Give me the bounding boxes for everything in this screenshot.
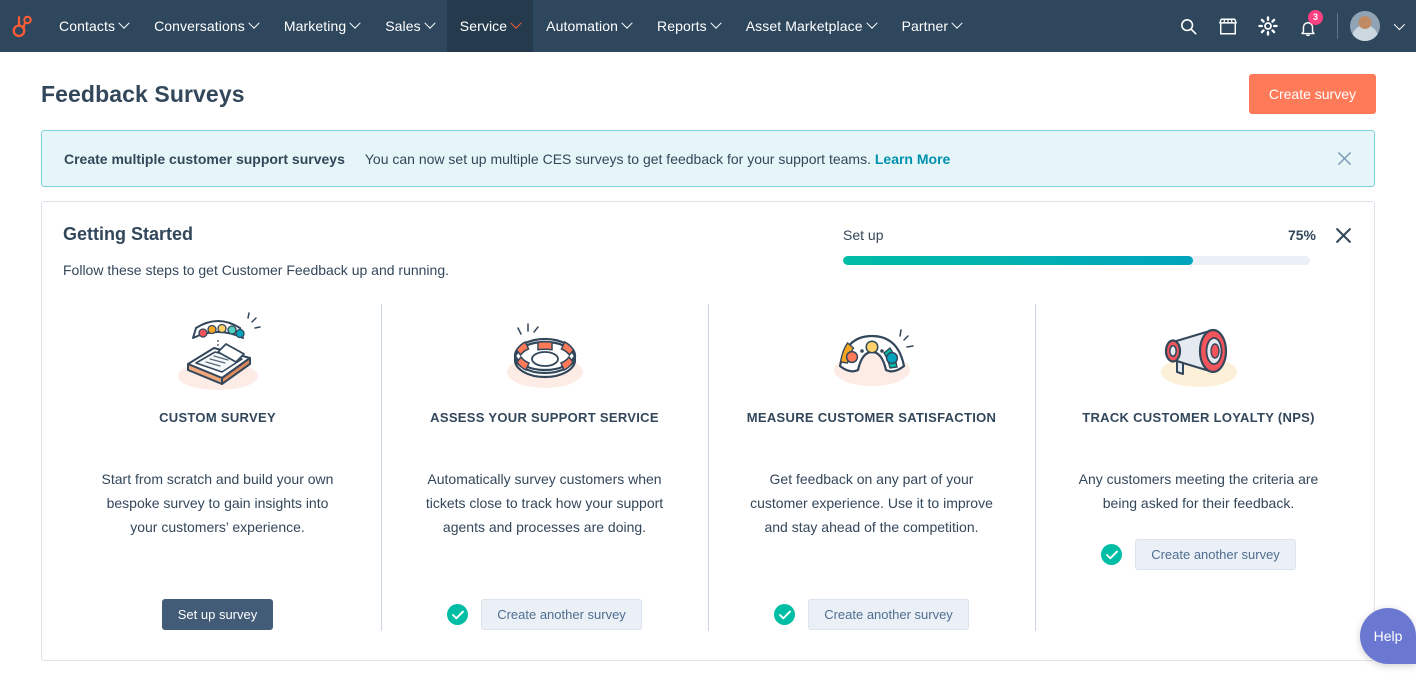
step-track-customer-loyalty: TRACK CUSTOMER LOYALTY (NPS) Any custome… — [1035, 304, 1362, 652]
step-completed-check-icon — [447, 604, 469, 625]
step-title: TRACK CUSTOMER LOYALTY (NPS) — [1082, 410, 1315, 425]
page-title: Feedback Surveys — [41, 80, 245, 107]
info-banner-title: Create multiple customer support surveys — [64, 150, 345, 167]
page-body: Feedback Surveys Create survey Create mu… — [0, 52, 1416, 674]
step-action: Set up survey — [161, 599, 274, 652]
step-completed-check-icon — [1101, 544, 1123, 565]
setup-progress-fill — [843, 256, 1194, 265]
settings-button[interactable] — [1251, 9, 1285, 43]
nav-item-service[interactable]: Service — [446, 0, 534, 52]
page-header: Feedback Surveys Create survey — [0, 52, 1416, 130]
step-assess-support-service: ASSESS YOUR SUPPORT SERVICE Automaticall… — [381, 304, 708, 652]
notifications-button[interactable]: 3 — [1291, 9, 1325, 43]
step-completed-check-icon — [774, 604, 796, 625]
avatar[interactable] — [1350, 11, 1380, 41]
nav-item-label: Reports — [656, 18, 707, 34]
nav-item-contacts[interactable]: Contacts — [46, 0, 141, 52]
nav-item-label: Conversations — [154, 18, 245, 34]
avatar-face — [1358, 16, 1372, 29]
getting-started-title: Getting Started — [63, 224, 194, 244]
step-title: CUSTOM SURVEY — [159, 410, 276, 425]
marketplace-storefront-icon — [1219, 18, 1237, 34]
nav-item-sales[interactable]: Sales — [372, 0, 447, 52]
getting-started-steps: CUSTOM SURVEY Start from scratch and bui… — [42, 304, 1374, 652]
info-banner: Create multiple customer support surveys… — [41, 130, 1375, 187]
nav-item-label: Partner — [901, 18, 949, 34]
step-action: Create another survey — [447, 599, 642, 652]
life-preserver-illustration — [497, 304, 593, 396]
nav-item-conversations[interactable]: Conversations — [141, 0, 271, 52]
nav-item-reports[interactable]: Reports — [644, 0, 733, 52]
step-description: Get feedback on any part of your custome… — [750, 471, 993, 535]
step-custom-survey: CUSTOM SURVEY Start from scratch and bui… — [54, 304, 381, 652]
create-another-survey-button[interactable]: Create another survey — [808, 599, 969, 630]
nav-item-partner[interactable]: Partner — [889, 0, 975, 52]
setup-progress-row: Set up 75% — [843, 226, 1352, 244]
chevron-down-icon — [865, 17, 878, 29]
setup-progress: Set up 75% — [843, 224, 1352, 265]
chevron-down-icon — [621, 17, 633, 29]
nav-item-label: Marketing — [283, 18, 347, 34]
chevron-down-icon — [349, 17, 361, 29]
help-button[interactable]: Help — [1360, 608, 1416, 664]
nav-item-label: Service — [459, 18, 508, 34]
nav-item-label: Automation — [546, 18, 618, 34]
search-button[interactable] — [1171, 9, 1205, 43]
chevron-down-icon — [951, 17, 963, 29]
info-banner-message: You can now set up multiple CES surveys … — [364, 150, 871, 167]
chevron-down-icon — [710, 17, 722, 29]
close-icon — [1335, 227, 1351, 243]
nav-divider — [1337, 13, 1338, 39]
step-description: Automatically survey customers when tick… — [425, 471, 664, 535]
nav-right-actions: 3 — [1171, 0, 1406, 52]
step-action: Create another survey — [774, 599, 969, 652]
getting-started-card: Getting Started Follow these steps to ge… — [41, 201, 1375, 661]
chevron-down-icon — [510, 17, 522, 29]
megaphone-illustration — [1151, 304, 1247, 396]
getting-started-text: Getting Started Follow these steps to ge… — [63, 224, 843, 278]
nav-items: Contacts Conversations Marketing Sales S… — [46, 0, 1171, 52]
step-measure-customer-satisfaction: MEASURE CUSTOMER SATISFACTION Get feedba… — [708, 304, 1035, 652]
search-icon — [1180, 18, 1197, 35]
create-another-survey-button[interactable]: Create another survey — [481, 599, 642, 630]
top-navigation-bar: Contacts Conversations Marketing Sales S… — [0, 0, 1416, 52]
setup-progress-percent: 75% — [1287, 227, 1316, 243]
chevron-down-icon — [248, 17, 260, 29]
gear-icon — [1258, 16, 1278, 36]
close-icon — [1337, 152, 1351, 165]
getting-started-subtitle: Follow these steps to get Customer Feedb… — [63, 262, 449, 278]
hubspot-sprocket-logo[interactable] — [0, 0, 46, 52]
nav-item-label: Contacts — [59, 18, 116, 34]
nav-item-asset-marketplace[interactable]: Asset Marketplace — [733, 0, 889, 52]
step-title: MEASURE CUSTOMER SATISFACTION — [746, 410, 997, 425]
step-description: Start from scratch and build your own be… — [101, 471, 334, 535]
create-another-survey-button[interactable]: Create another survey — [1135, 539, 1296, 570]
chevron-down-icon — [118, 17, 130, 29]
notification-badge: 3 — [1308, 10, 1323, 25]
setup-progress-label: Set up — [843, 227, 884, 243]
getting-started-header: Getting Started Follow these steps to ge… — [42, 224, 1374, 278]
clipboard-survey-illustration — [170, 304, 266, 396]
getting-started-close-button[interactable] — [1334, 226, 1352, 244]
nav-item-automation[interactable]: Automation — [533, 0, 644, 52]
satisfaction-meter-illustration — [824, 304, 920, 396]
create-survey-button[interactable]: Create survey — [1248, 74, 1376, 114]
setup-progress-track — [843, 256, 1310, 265]
set-up-survey-button[interactable]: Set up survey — [161, 599, 274, 630]
chevron-down-icon — [424, 17, 436, 29]
setup-progress-right: 75% — [1288, 226, 1352, 244]
info-banner-text: You can now set up multiple CES surveys … — [365, 151, 1314, 167]
marketplace-button[interactable] — [1211, 9, 1245, 43]
learn-more-link[interactable]: Learn More — [875, 151, 950, 167]
nav-item-label: Asset Marketplace — [745, 18, 863, 34]
step-title: ASSESS YOUR SUPPORT SERVICE — [430, 410, 659, 425]
banner-close-button[interactable] — [1334, 149, 1354, 169]
step-action: Create another survey — [1101, 539, 1296, 592]
step-description: Any customers meeting the criteria are b… — [1078, 471, 1319, 511]
account-menu-chevron-down-icon[interactable] — [1393, 18, 1406, 31]
nav-item-label: Sales — [385, 18, 421, 34]
nav-item-marketing[interactable]: Marketing — [271, 0, 372, 52]
